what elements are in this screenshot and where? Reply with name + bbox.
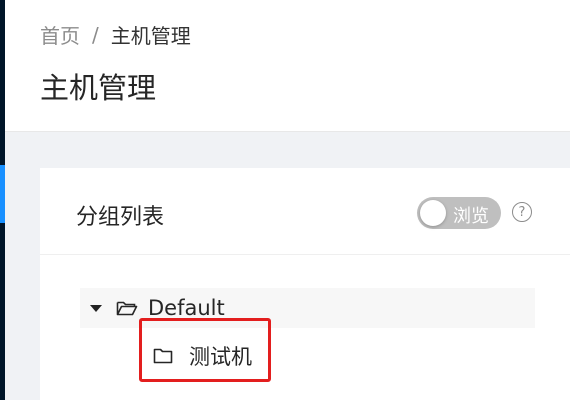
toggle-knob [420,200,446,226]
sidebar-active-indicator [0,165,5,223]
tree-node-label: Default [148,296,225,320]
toggle-label: 浏览 [453,206,489,227]
highlight-annotation-box [139,318,271,382]
card-title: 分组列表 [76,205,165,230]
card-header: 分组列表 浏览 ? [40,168,570,255]
caret-down-icon[interactable] [90,304,102,312]
breadcrumb: 首页 / 主机管理 [40,20,191,49]
question-circle-icon[interactable]: ? [512,202,532,222]
page-header: 首页 / 主机管理 主机管理 [5,0,570,132]
page-title: 主机管理 [40,71,157,105]
breadcrumb-current: 主机管理 [110,24,191,48]
breadcrumb-home[interactable]: 首页 [40,20,80,49]
folder-open-icon [116,299,138,317]
browse-toggle[interactable]: 浏览 [417,197,501,229]
group-list-card: 分组列表 浏览 ? Default 测试机 [40,168,570,400]
breadcrumb-separator: / [92,22,99,47]
